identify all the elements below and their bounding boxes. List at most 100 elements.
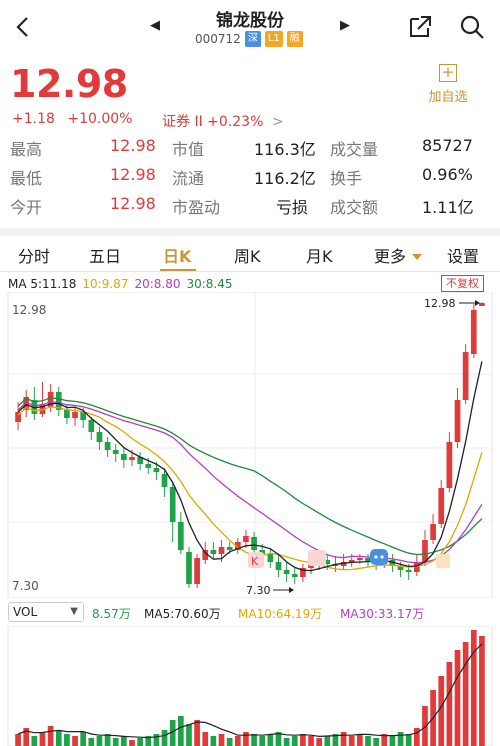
stat-value: 1.11亿 (422, 198, 474, 217)
high-marker: 12.98 (424, 297, 480, 310)
volume-bar (153, 734, 160, 746)
candle-body (145, 464, 152, 468)
sector-link[interactable]: 证券 II +0.23% > (162, 111, 284, 131)
candle-body (72, 412, 78, 418)
event-marker-k[interactable]: K (248, 552, 264, 568)
volume-chart[interactable] (0, 626, 500, 746)
stat-value: 亏损 (276, 198, 309, 217)
volume-bar (470, 630, 477, 746)
volume-bar (308, 736, 314, 746)
stock-code-row: 000712 深 L1 融 (195, 31, 303, 47)
volume-bar (31, 736, 38, 746)
volume-bar (291, 736, 298, 746)
plus-icon: + (439, 64, 457, 82)
tab-weekly-k[interactable]: 周K (234, 243, 261, 267)
candle-body (291, 574, 298, 577)
stat-label: 最低 (10, 169, 43, 188)
chevron-right-icon: > (271, 114, 284, 130)
stat-label: 最高 (10, 140, 43, 159)
tab-settings[interactable]: 设置 (447, 243, 479, 267)
volume-bar (283, 738, 290, 746)
volume-bar (47, 726, 54, 746)
volume-bar (39, 732, 46, 746)
candle-body (283, 570, 290, 574)
section-divider (0, 228, 500, 236)
next-stock-icon[interactable]: ▶ (340, 18, 350, 33)
volume-bar (357, 734, 363, 746)
stat-value: 0.96% (422, 165, 473, 184)
dropdown-caret-icon (412, 254, 423, 260)
tab-intraday[interactable]: 分时 (18, 243, 50, 267)
chevron-down-icon: ▼ (70, 606, 78, 617)
price-change: +1.18 +10.00% (12, 111, 140, 127)
candle-body (121, 454, 127, 460)
ma-legend: MA 5:11.18 10:9.87 20:8.80 30:8.45 (8, 277, 233, 291)
volume-bar (405, 734, 412, 746)
event-marker-news[interactable] (308, 550, 326, 566)
volume-bar (186, 724, 192, 746)
volume-bar (316, 738, 323, 746)
ma30-value: 30:8.45 (186, 277, 233, 291)
volume-bar (55, 730, 62, 746)
ma5-line (17, 361, 483, 572)
event-marker-chat-icon[interactable] (370, 549, 388, 565)
ma30-line (17, 397, 483, 556)
stat-label: 流通 (172, 169, 205, 188)
volume-bar (348, 736, 355, 746)
tab-more-label: 更多 (374, 247, 407, 266)
event-marker-flag[interactable] (436, 554, 450, 568)
add-favorite-button[interactable]: + 加自选 (424, 62, 472, 105)
tab-five-day[interactable]: 五日 (89, 243, 121, 267)
volume-bar (96, 736, 103, 746)
stat-label: 市盈动 (172, 198, 221, 217)
candle-body (243, 536, 249, 542)
candle-body (267, 554, 274, 562)
stats-row: 最高 12.98 市值 116.3亿 成交量 85727 (0, 136, 500, 162)
volume-bar (210, 736, 217, 746)
stats-row: 今开 12.98 市盈动 亏损 成交额 1.11亿 (0, 194, 500, 220)
candle-body (129, 457, 135, 460)
vol-ma10: MA10:64.19万 (238, 607, 323, 621)
candlestick-chart[interactable]: 12.98 7.30 12.98 7.30 K (0, 292, 500, 598)
tab-monthly-k[interactable]: 月K (306, 243, 333, 267)
candle-body (405, 570, 412, 572)
candle-body (210, 550, 217, 554)
candle-body (226, 547, 233, 550)
volume-bar (422, 706, 428, 746)
share-icon[interactable] (406, 13, 434, 41)
level-tag: L1 (264, 31, 283, 47)
indicator-select[interactable]: VOL ▼ (8, 602, 84, 622)
tab-more[interactable]: 更多 (374, 243, 423, 267)
volume-bar (177, 716, 184, 746)
candle-body (112, 450, 119, 454)
stat-value: 12.98 (110, 165, 156, 184)
candle-body (104, 442, 111, 450)
chart-grid (7, 292, 493, 598)
candle-body (161, 474, 168, 487)
volume-bar (161, 730, 168, 746)
volume-ma-line (17, 643, 483, 739)
volume-bar (267, 734, 274, 746)
volume-bar (64, 734, 70, 746)
volume-bar (243, 732, 249, 746)
current-price: 12.98 (10, 62, 128, 106)
search-icon[interactable] (458, 13, 486, 41)
axis-high-label: 12.98 (12, 303, 46, 317)
ma5-value: MA 5:11.18 (8, 277, 77, 291)
stat-value: 116.3亿 (254, 140, 316, 159)
stats-row: 最低 12.98 流通 116.2亿 换手 0.96% (0, 165, 500, 191)
candle-body (177, 522, 184, 550)
candle-body (169, 487, 176, 522)
add-favorite-label: 加自选 (428, 90, 468, 105)
volume-bar (202, 732, 209, 746)
volume-bar (121, 736, 127, 746)
period-tabs: 分时 五日 日K 周K 月K 更多 设置 (0, 236, 500, 272)
axis-low-label: 7.30 (12, 579, 39, 593)
stat-value: 12.98 (110, 194, 156, 213)
volume-bar (300, 734, 306, 746)
stat-label: 成交量 (330, 140, 379, 159)
adjust-toggle[interactable]: 不复权 (441, 275, 484, 292)
margin-tag: 融 (286, 31, 303, 47)
tab-daily-k[interactable]: 日K (163, 243, 191, 267)
ma10-value: 10:9.87 (82, 277, 129, 291)
